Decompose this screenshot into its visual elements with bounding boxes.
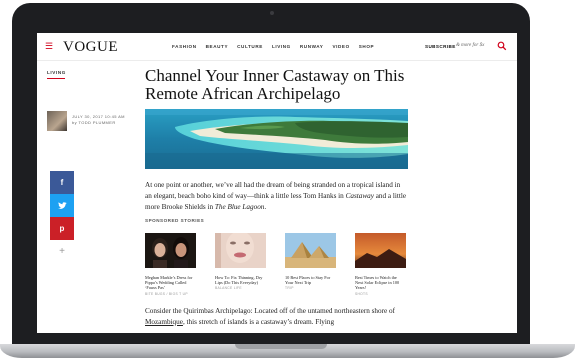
nav-link-culture[interactable]: CULTURE [237, 44, 263, 49]
nav-link-beauty[interactable]: BEAUTY [206, 44, 229, 49]
sponsored-card-title[interactable]: 10 Best Places to Stay For Your Next Tri… [285, 275, 336, 285]
sponsored-card[interactable]: Meghan Markle’s Dress for Pippa’s Weddin… [145, 233, 196, 296]
sponsored-image-pyramids[interactable] [285, 233, 336, 268]
sponsored-card-source: BITE BUGS / BIOS T UP [145, 291, 188, 296]
film-title-blue-lagoon: The Blue Lagoon [214, 203, 265, 211]
site-header: ☰ VOGUE FASHION BEAUTY CULTURE LIVING RU… [37, 33, 517, 61]
paragraph-text: Consider the Quirimbas Archipelago: Loca… [145, 307, 395, 315]
mozambique-link[interactable]: Mozambique [145, 318, 183, 326]
sponsored-card-source: TRIP [285, 286, 294, 291]
film-title-castaway: Castaway [345, 192, 374, 200]
laptop-base-notch [235, 344, 327, 349]
sponsored-image-eclipse-sunset[interactable] [355, 233, 406, 268]
facebook-share-button[interactable]: f [50, 171, 74, 194]
sponsored-card-source: SHOTS [355, 291, 368, 296]
nav-link-living[interactable]: LIVING [272, 44, 291, 49]
search-icon[interactable] [497, 41, 507, 51]
sponsored-card[interactable]: 10 Best Places to Stay For Your Next Tri… [285, 233, 336, 296]
sponsored-card[interactable]: Best Times to Watch the Next Solar Eclip… [355, 233, 406, 296]
facebook-icon: f [60, 178, 64, 187]
paragraph-text-end: , this stretch of islands is a castaway’… [182, 318, 335, 326]
subscribe-offer[interactable]: & more for $x [456, 43, 484, 48]
nav-link-fashion[interactable]: FASHION [172, 44, 197, 49]
intro-text-end: . [264, 203, 267, 211]
sponsored-stories: Meghan Markle’s Dress for Pippa’s Weddin… [145, 231, 408, 296]
pinterest-share-button[interactable]: p [50, 217, 74, 240]
sponsored-card-source: BALANCE LIFE [215, 286, 242, 291]
nav-link-shop[interactable]: SHOP [359, 44, 374, 49]
category-underline [47, 78, 65, 79]
sponsored-card-title[interactable]: Meghan Markle’s Dress for Pippa’s Weddin… [145, 275, 196, 291]
article-paragraph-2: Consider the Quirimbas Archipelago: Loca… [145, 306, 408, 328]
sponsored-card[interactable]: How To: Fix Thinning, Dry Lips (Do This … [215, 231, 266, 296]
twitter-icon [57, 201, 67, 209]
author-name[interactable]: by TODD PLUMMER [72, 120, 125, 126]
article-headline: Channel Your Inner Castaway on This Remo… [145, 66, 405, 103]
site-logo[interactable]: VOGUE [63, 39, 118, 56]
hamburger-icon[interactable]: ☰ [45, 42, 53, 51]
article-intro: At one point or another, we’ve all had t… [145, 180, 408, 213]
more-share-button[interactable]: + [50, 240, 74, 263]
webcam [270, 11, 274, 15]
hero-image-archipelago[interactable] [145, 109, 408, 169]
sponsored-image-lips[interactable] [215, 231, 266, 268]
plus-icon: + [59, 246, 65, 257]
twitter-share-button[interactable] [50, 194, 74, 217]
sponsored-image-celebrities[interactable] [145, 233, 196, 268]
subscribe-link[interactable]: SUBSCRIBE [425, 44, 456, 49]
nav-link-video[interactable]: VIDEO [332, 44, 349, 49]
sponsored-card-title[interactable]: Best Times to Watch the Next Solar Eclip… [355, 275, 406, 291]
sponsored-stories-label: SPONSORED STORIES [145, 218, 205, 223]
byline: JULY 30, 2017 10:45 AM by TODD PLUMMER [72, 114, 125, 126]
nav-link-runway[interactable]: RUNWAY [300, 44, 324, 49]
sponsored-card-title[interactable]: How To: Fix Thinning, Dry Lips (Do This … [215, 275, 266, 285]
pinterest-icon: p [59, 224, 65, 233]
browser-screen: ☰ VOGUE FASHION BEAUTY CULTURE LIVING RU… [37, 33, 517, 333]
author-avatar[interactable] [47, 111, 67, 131]
category-label[interactable]: LIVING [47, 70, 66, 75]
main-nav: FASHION BEAUTY CULTURE LIVING RUNWAY VID… [172, 44, 374, 49]
laptop-frame: ☰ VOGUE FASHION BEAUTY CULTURE LIVING RU… [12, 3, 530, 347]
